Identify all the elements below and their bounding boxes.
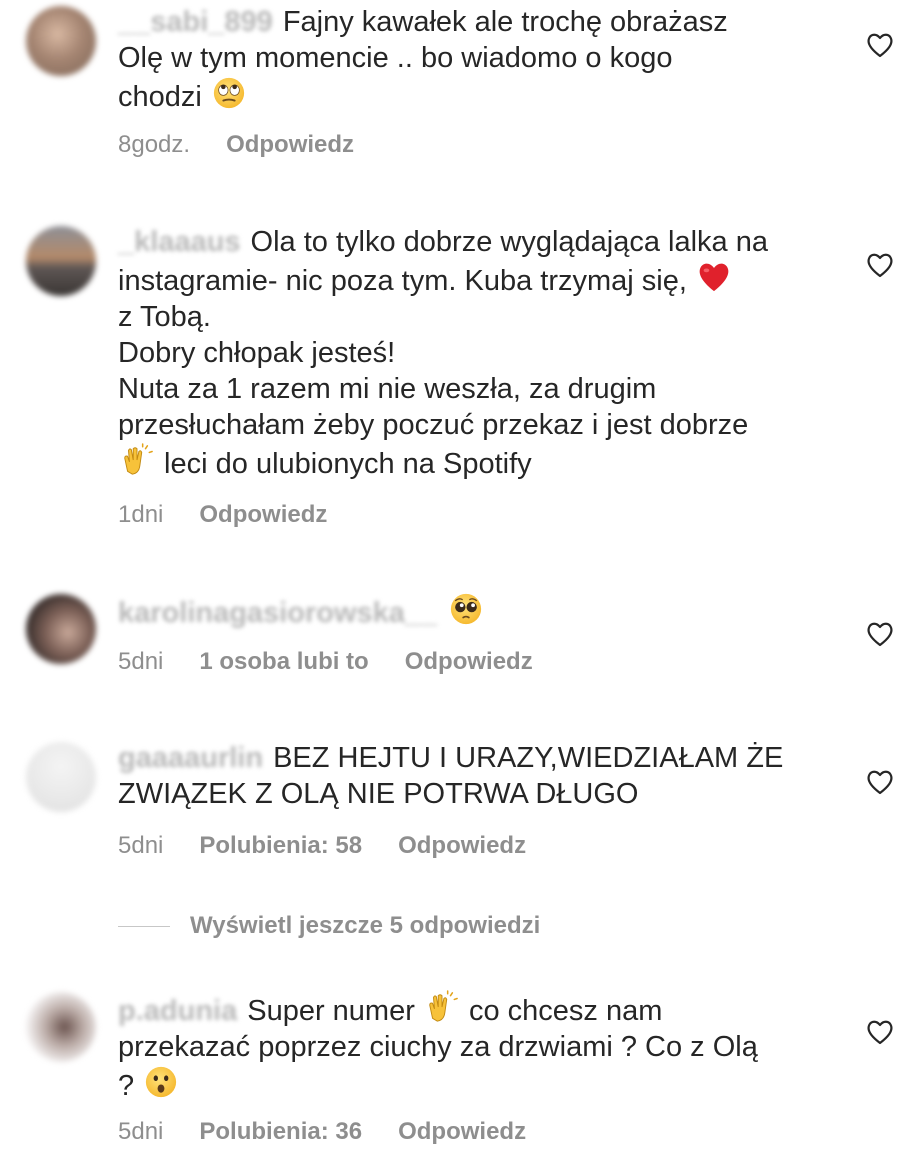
comment-text: karolinagasiorowska__ xyxy=(118,592,828,631)
like-count[interactable]: 1 osoba lubi to xyxy=(199,648,368,675)
comment-meta: 5dni Polubienia: 36 Odpowiedz xyxy=(118,1118,562,1146)
divider-line xyxy=(118,925,170,927)
clapping-hands-emoji xyxy=(124,443,153,475)
heart-outline-icon[interactable] xyxy=(866,769,894,795)
reply-button[interactable]: Odpowiedz xyxy=(405,648,533,675)
comment-text: _klaaaus Ola to tylko dobrze wyglądająca … xyxy=(118,224,828,482)
reply-button[interactable]: Odpowiedz xyxy=(398,832,526,859)
comment-username[interactable]: p.adunia xyxy=(118,995,237,1027)
heart-outline-icon[interactable] xyxy=(866,32,894,58)
reply-button[interactable]: Odpowiedz xyxy=(398,1118,526,1145)
comment-username[interactable]: gaaaaurlin xyxy=(118,742,263,774)
like-count[interactable]: Polubienia: 58 xyxy=(199,832,362,859)
like-count[interactable]: Polubienia: 36 xyxy=(199,1118,362,1145)
comment-body: Super numer xyxy=(247,995,423,1027)
comment-username[interactable]: _klaaaus xyxy=(118,226,241,258)
eye-roll-emoji xyxy=(213,77,245,109)
comment-meta: 8godz. Odpowiedz xyxy=(118,131,390,159)
comment-time: 1dni xyxy=(118,501,164,528)
avatar[interactable] xyxy=(26,226,96,296)
reply-button[interactable]: Odpowiedz xyxy=(226,131,354,158)
surprised-face-emoji xyxy=(146,1066,177,1098)
comment-meta: 5dni 1 osoba lubi to Odpowiedz xyxy=(118,648,569,676)
comment-text: p.adunia Super numer co chcesz nam przeka… xyxy=(118,990,828,1104)
red-heart-emoji xyxy=(699,263,729,292)
comment-text: __sabi_899 Fajny kawałek ale trochę obraż… xyxy=(118,4,828,115)
comment-username[interactable]: __sabi_899 xyxy=(118,6,273,38)
heart-outline-icon[interactable] xyxy=(866,252,894,278)
comment-time: 5dni xyxy=(118,832,164,859)
avatar[interactable] xyxy=(26,742,96,812)
comment-meta: 5dni Polubienia: 58 Odpowiedz xyxy=(118,832,562,860)
comment-time: 5dni xyxy=(118,648,164,675)
clapping-hands-emoji xyxy=(429,990,458,1022)
comment-body: leci do ulubionych na Spotify xyxy=(156,448,532,480)
comment-username[interactable]: karolinagasiorowska__ xyxy=(118,597,437,629)
avatar[interactable] xyxy=(26,992,96,1062)
comment-time: 5dni xyxy=(118,1118,164,1145)
comment-body: z Tobą. Dobry chłopak jesteś! Nuta za 1 … xyxy=(118,301,749,441)
heart-outline-icon[interactable] xyxy=(866,621,894,647)
reply-button[interactable]: Odpowiedz xyxy=(199,501,327,528)
comment-meta: 1dni Odpowiedz xyxy=(118,501,363,529)
view-more-replies-button[interactable]: Wyświetl jeszcze 5 odpowiedzi xyxy=(118,906,540,946)
avatar[interactable] xyxy=(26,594,96,664)
view-more-label: Wyświetl jeszcze 5 odpowiedzi xyxy=(190,912,541,939)
avatar[interactable] xyxy=(26,6,96,76)
comment-text: gaaaaurlin BEZ HEJTU I URAZY,WIEDZIAŁAM Ż… xyxy=(118,740,828,812)
comment-time: 8godz. xyxy=(118,131,191,158)
heart-outline-icon[interactable] xyxy=(866,1019,894,1045)
pleading-face-emoji xyxy=(451,593,482,625)
